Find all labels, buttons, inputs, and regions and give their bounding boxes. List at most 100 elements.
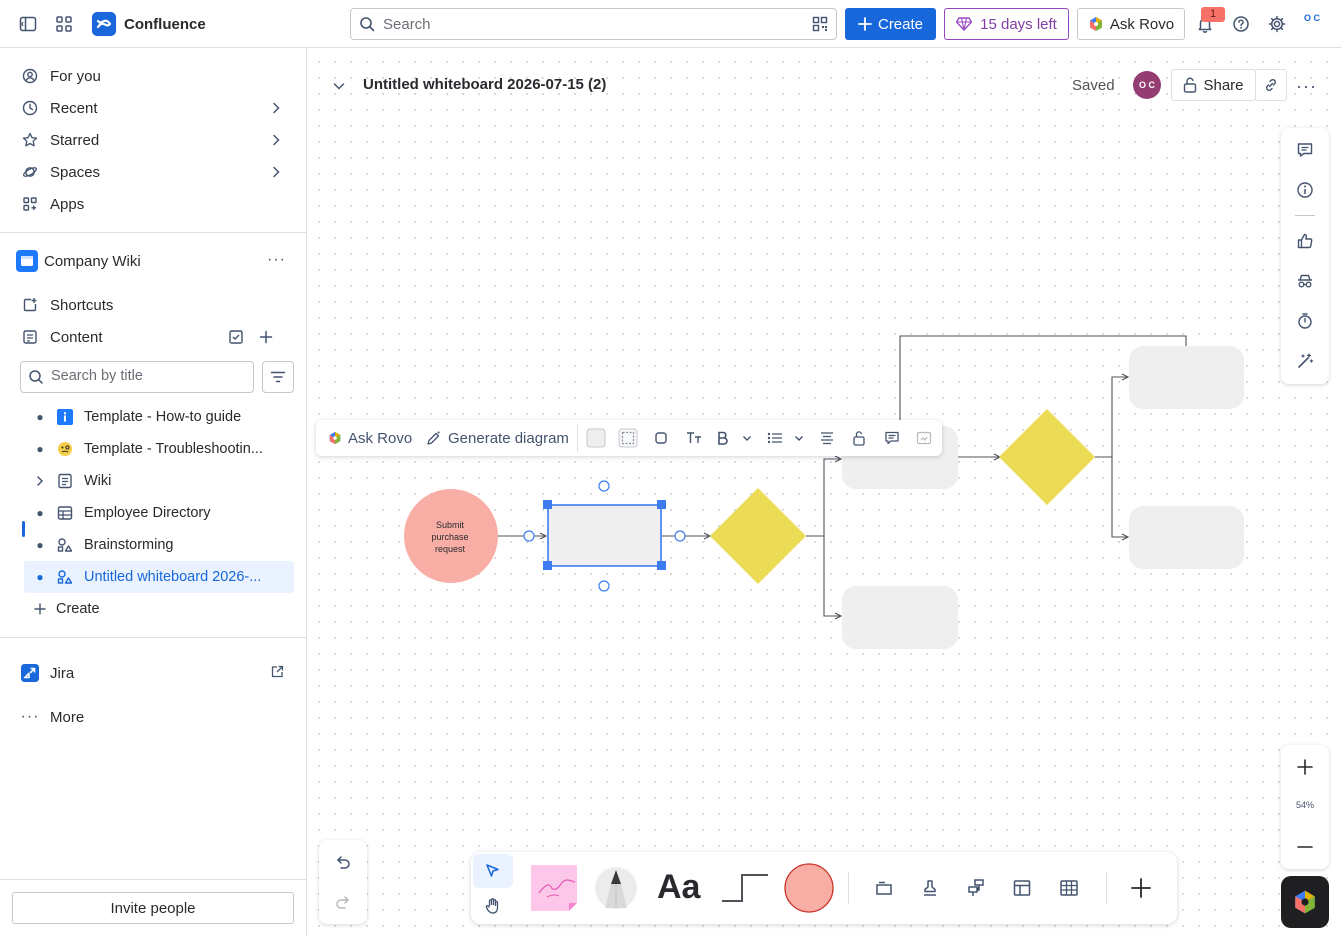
zoom-out-icon[interactable] xyxy=(1295,837,1315,857)
hand-tool-icon[interactable] xyxy=(473,890,513,922)
collaborator-avatar[interactable]: O C xyxy=(1133,71,1161,99)
search-input[interactable]: Search xyxy=(350,8,837,40)
tree-item-employee-directory[interactable]: ● Employee Directory xyxy=(24,497,294,529)
sidebar-item-for-you[interactable]: For you xyxy=(12,60,294,92)
generate-diagram-button[interactable]: Generate diagram xyxy=(426,428,569,448)
page-title[interactable]: Untitled whiteboard 2026-07-15 (2) xyxy=(363,76,606,93)
app-name: Confluence xyxy=(124,15,206,33)
sidebar-item-apps[interactable]: Apps xyxy=(12,188,294,220)
toolbar-divider xyxy=(848,872,849,904)
trial-label: 15 days left xyxy=(980,15,1057,33)
ask-rovo-toolbar-button[interactable]: Ask Rovo xyxy=(328,428,412,448)
undo-redo-controls xyxy=(319,840,367,924)
link-card-icon[interactable] xyxy=(916,428,932,448)
confluence-home-link[interactable]: Confluence xyxy=(92,12,206,36)
trial-button[interactable]: 15 days left xyxy=(944,8,1069,40)
sidebar-toggle-icon[interactable] xyxy=(16,12,40,36)
comment-icon[interactable] xyxy=(884,428,900,448)
template-tool-icon[interactable] xyxy=(1010,876,1034,900)
help-icon[interactable] xyxy=(1229,12,1253,36)
shape-type-icon[interactable] xyxy=(654,428,668,448)
external-link-icon[interactable] xyxy=(270,665,284,679)
space-header[interactable]: Company Wiki ··· xyxy=(12,245,294,277)
tree-item-label: Wiki xyxy=(84,473,112,489)
tree-item-untitled-whiteboard[interactable]: ● Untitled whiteboard 2026-... xyxy=(24,561,294,593)
sidebar-divider xyxy=(0,879,306,880)
bold-icon[interactable] xyxy=(717,428,729,448)
share-button[interactable]: Share xyxy=(1171,69,1256,101)
stamp-tool-icon[interactable] xyxy=(918,876,942,900)
space-name: Company Wiki xyxy=(44,252,141,270)
search-placeholder: Search xyxy=(383,15,431,33)
qr-scan-icon[interactable] xyxy=(812,16,828,32)
fill-color-swatch[interactable] xyxy=(586,428,606,448)
bullet-list-icon[interactable] xyxy=(767,428,783,448)
shape-tool[interactable] xyxy=(783,862,835,914)
sidebar-item-jira[interactable]: Jira xyxy=(12,657,294,689)
text-tool[interactable]: Aa xyxy=(657,868,700,907)
undo-icon[interactable] xyxy=(333,852,353,872)
top-navigation: Confluence Search Create 15 days left As… xyxy=(0,0,1341,48)
database-icon xyxy=(56,504,74,522)
connector-tool[interactable] xyxy=(720,871,770,905)
tree-item-troubleshooting[interactable]: ● Template - Troubleshootin... xyxy=(24,433,294,465)
select-tool-icon[interactable] xyxy=(473,854,513,888)
sticky-note-tool[interactable] xyxy=(529,863,585,913)
diagram-tool-icon[interactable] xyxy=(964,876,988,900)
checklist-icon[interactable] xyxy=(228,329,244,345)
ask-rovo-button[interactable]: Ask Rovo xyxy=(1077,8,1185,40)
whiteboard-canvas[interactable] xyxy=(307,48,1341,936)
sidebar-item-starred[interactable]: Starred xyxy=(12,124,294,156)
sidebar-item-recent[interactable]: Recent xyxy=(12,92,294,124)
lock-icon[interactable] xyxy=(852,428,866,448)
rovo-chat-button[interactable] xyxy=(1281,876,1329,928)
sidebar-item-label: Spaces xyxy=(50,163,101,181)
sidebar-item-label: Recent xyxy=(50,99,98,117)
thumbs-up-icon[interactable] xyxy=(1293,229,1317,253)
invite-people-button[interactable]: Invite people xyxy=(12,892,294,924)
chevron-right-icon xyxy=(268,164,284,180)
add-more-tools-icon[interactable] xyxy=(1129,876,1153,900)
chevron-down-icon[interactable] xyxy=(330,77,348,95)
pen-tool[interactable] xyxy=(594,866,638,910)
info-icon[interactable] xyxy=(1293,178,1317,202)
whiteboard-icon xyxy=(56,568,74,586)
text-size-icon[interactable] xyxy=(686,428,702,448)
rail-divider xyxy=(1295,215,1315,216)
create-page-item[interactable]: Create xyxy=(24,593,294,625)
app-switcher-icon[interactable] xyxy=(52,12,76,36)
frame-tool-icon[interactable] xyxy=(872,876,896,900)
tree-item-brainstorming[interactable]: ● Brainstorming xyxy=(24,529,294,561)
copy-link-button[interactable] xyxy=(1255,69,1287,101)
table-tool-icon[interactable] xyxy=(1057,876,1081,900)
chevron-right-icon[interactable] xyxy=(24,474,56,488)
sidebar-item-shortcuts[interactable]: Shortcuts xyxy=(12,289,294,321)
sidebar-item-spaces[interactable]: Spaces xyxy=(12,156,294,188)
add-content-icon[interactable] xyxy=(258,329,274,345)
more-options-icon[interactable]: ··· xyxy=(267,251,286,269)
zoom-in-icon[interactable] xyxy=(1295,757,1315,777)
sidebar-item-label: For you xyxy=(50,67,101,85)
tree-item-how-to-guide[interactable]: ● Template - How-to guide xyxy=(24,401,294,433)
circle-shape-label[interactable]: Submit purchase request xyxy=(419,519,481,555)
chevron-down-icon[interactable] xyxy=(741,428,753,448)
align-center-icon[interactable] xyxy=(820,428,834,448)
tree-item-wiki[interactable]: Wiki xyxy=(24,465,294,497)
magic-wand-icon[interactable] xyxy=(1293,349,1317,373)
profile-avatar[interactable]: O C xyxy=(1299,13,1325,35)
incognito-icon[interactable] xyxy=(1293,269,1317,293)
rovo-icon xyxy=(1088,16,1104,32)
zoom-level[interactable]: 54% xyxy=(1281,800,1329,810)
redo-icon[interactable] xyxy=(333,892,353,912)
tree-item-label: Untitled whiteboard 2026-... xyxy=(84,569,262,585)
settings-gear-icon[interactable] xyxy=(1265,12,1289,36)
comment-icon[interactable] xyxy=(1293,138,1317,162)
sidebar-item-content[interactable]: Content xyxy=(12,321,294,353)
timer-icon[interactable] xyxy=(1293,309,1317,333)
chevron-down-icon[interactable] xyxy=(793,428,805,448)
border-style-icon[interactable] xyxy=(618,428,638,448)
create-button[interactable]: Create xyxy=(845,8,936,40)
more-actions-icon[interactable]: ··· xyxy=(1296,76,1317,97)
sidebar-item-more[interactable]: ··· More xyxy=(12,701,294,733)
more-dots-icon: ··· xyxy=(20,708,40,725)
